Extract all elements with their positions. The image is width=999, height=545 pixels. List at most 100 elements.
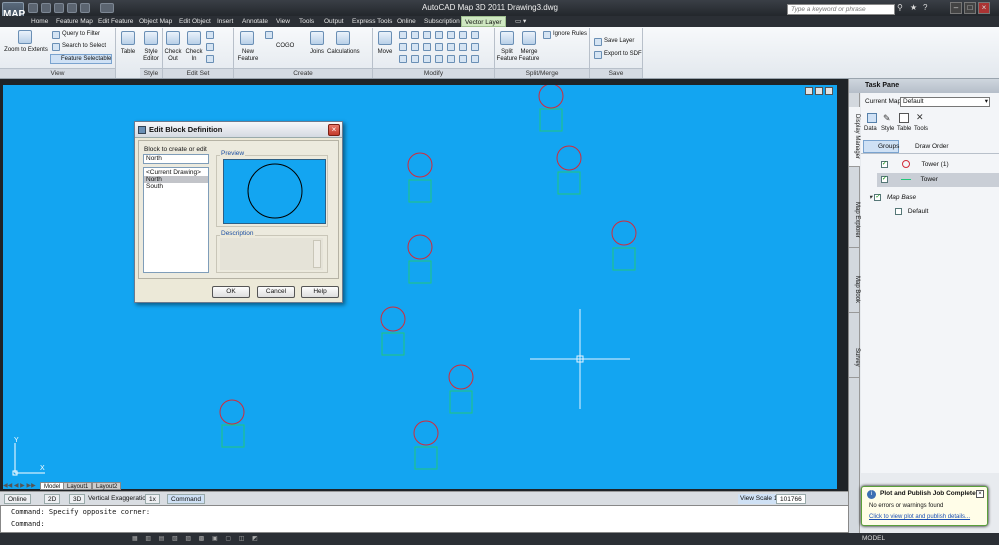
drawing-canvas[interactable]: Y X — [3, 85, 837, 489]
tools-button[interactable]: Tools — [914, 126, 928, 133]
block-list[interactable]: <Current Drawing> North South — [143, 167, 209, 273]
search-input[interactable]: Type a keyword or phrase — [787, 4, 895, 15]
move-button[interactable]: Move — [373, 49, 397, 56]
model-space-label[interactable]: MODEL — [862, 534, 885, 544]
tower-feature[interactable] — [380, 306, 406, 356]
modify-tool-icon[interactable] — [471, 43, 479, 51]
list-item[interactable]: <Current Drawing> — [144, 169, 208, 176]
tab-layout2[interactable]: Layout2 — [92, 482, 122, 490]
plot-icon[interactable] — [100, 3, 114, 13]
data-button[interactable]: Data — [864, 126, 877, 133]
block-name-input[interactable]: North — [143, 154, 209, 164]
layer-visibility-checkbox[interactable]: ✓ — [881, 175, 888, 183]
list-item-selected[interactable]: North — [144, 176, 208, 183]
edit-set-tool-icon[interactable] — [206, 43, 214, 51]
calculator-icon[interactable] — [336, 31, 350, 45]
calculations-button[interactable]: Calculations — [327, 49, 360, 56]
tower-feature[interactable] — [413, 420, 439, 470]
notification-details-link[interactable]: Click to view plot and publish details..… — [869, 514, 970, 520]
tools-icon[interactable]: ✕ — [916, 112, 926, 122]
modify-tool-icon[interactable] — [423, 43, 431, 51]
command-prompt[interactable]: Command: — [11, 518, 859, 530]
command-line[interactable]: Command: Specify opposite corner: Comman… — [0, 505, 860, 533]
modify-tool-icon[interactable] — [399, 31, 407, 39]
tab-subscription[interactable]: Subscription — [421, 16, 463, 27]
dialog-close-button[interactable]: × — [328, 124, 340, 136]
check-in-button[interactable]: Check In — [184, 49, 204, 63]
check-out-button[interactable]: Check Out — [163, 49, 183, 63]
save-icon[interactable] — [54, 3, 64, 13]
tab-map-explorer[interactable]: Map Explorer — [849, 193, 860, 248]
collapse-arrow-icon[interactable]: ▾ — [869, 194, 872, 201]
modify-tool-icon[interactable] — [459, 31, 467, 39]
modify-tool-icon[interactable] — [435, 55, 443, 63]
view-scale-input[interactable]: 101766 — [776, 494, 806, 504]
notification-close-button[interactable]: × — [976, 490, 984, 498]
maximize-button[interactable]: □ — [964, 2, 976, 14]
layer-tower[interactable]: ✓ Tower — [877, 173, 999, 187]
group-map-base[interactable]: ▾ ✓ Map Base — [869, 191, 999, 205]
tab-home[interactable]: Home — [28, 16, 51, 27]
tower-feature[interactable] — [448, 364, 474, 414]
close-button[interactable]: × — [978, 2, 990, 14]
modify-tool-icon[interactable] — [447, 43, 455, 51]
merge-feature-icon[interactable] — [522, 31, 536, 45]
group-visibility-checkbox[interactable]: ✓ — [874, 193, 882, 201]
new-feature-icon[interactable] — [240, 31, 254, 45]
tower-feature[interactable] — [407, 152, 433, 203]
move-icon[interactable] — [378, 31, 392, 45]
modify-tool-icon[interactable] — [447, 55, 455, 63]
tab-view[interactable]: View — [273, 16, 293, 27]
tab-edit-object[interactable]: Edit Object — [176, 16, 214, 27]
table-button[interactable]: Table — [897, 126, 911, 133]
edit-set-tool-icon[interactable] — [206, 55, 214, 63]
undo-icon[interactable] — [67, 3, 77, 13]
new-feature-button[interactable]: New Feature — [234, 49, 262, 63]
redo-icon[interactable] — [80, 3, 90, 13]
tab-survey[interactable]: Survey — [849, 338, 860, 378]
tab-vector-layer[interactable]: Vector Layer — [461, 16, 506, 27]
viewport-minimize-button[interactable] — [805, 87, 813, 95]
modify-tool-icon[interactable] — [459, 55, 467, 63]
new-icon[interactable] — [28, 3, 38, 13]
table-icon[interactable] — [899, 113, 909, 123]
modify-tool-icon[interactable] — [471, 55, 479, 63]
tower-feature[interactable] — [556, 145, 582, 195]
tab-express-tools[interactable]: Express Tools — [349, 16, 395, 27]
binoculars-icon[interactable]: ⚲ — [897, 3, 907, 13]
style-editor-icon[interactable] — [144, 31, 158, 45]
tab-insert[interactable]: Insert — [214, 16, 236, 27]
plot-publish-notification[interactable]: i Plot and Publish Job Complete × No err… — [861, 486, 988, 526]
tab-online[interactable]: Online — [394, 16, 419, 27]
layer-visibility-checkbox[interactable]: ✓ — [881, 160, 888, 168]
check-out-icon[interactable] — [166, 31, 180, 45]
modify-tool-icon[interactable] — [411, 31, 419, 39]
query-to-filter-button[interactable]: Query to Filter — [62, 31, 100, 38]
style-button[interactable]: Style — [881, 126, 894, 133]
online-button[interactable]: Online — [4, 494, 31, 504]
tab-display-manager[interactable]: Display Manager — [849, 107, 860, 167]
modify-tool-icon[interactable] — [411, 43, 419, 51]
minimize-button[interactable]: – — [950, 2, 962, 14]
help-button[interactable]: Help — [301, 286, 339, 298]
tab-map-book[interactable]: Map Book — [849, 268, 860, 313]
current-map-select[interactable]: Default ▾ — [900, 97, 990, 107]
open-icon[interactable] — [41, 3, 51, 13]
split-feature-button[interactable]: Split Feature — [496, 49, 518, 63]
tower-feature[interactable] — [611, 220, 637, 271]
viewport-restore-button[interactable] — [815, 87, 823, 95]
cancel-button[interactable]: Cancel — [257, 286, 295, 298]
tab-model[interactable]: Model — [40, 482, 65, 490]
groups-button[interactable]: Groups — [863, 140, 899, 153]
view-3d-button[interactable]: 3D — [69, 494, 86, 504]
ignore-rules-button[interactable]: Ignore Rules — [553, 31, 587, 38]
edit-set-tool-icon[interactable] — [206, 31, 214, 39]
export-to-sdf-button[interactable]: Export to SDF — [604, 51, 642, 58]
modify-tool-icon[interactable] — [447, 31, 455, 39]
vertical-exaggeration-select[interactable]: 1x — [145, 494, 160, 504]
ok-button[interactable]: OK — [212, 286, 250, 298]
zoom-extents-icon[interactable] — [18, 30, 32, 44]
tower-feature[interactable] — [407, 234, 433, 284]
search-to-select-button[interactable]: Search to Select — [62, 43, 106, 50]
layout-nav-arrows[interactable]: ◀◀ ◀ ▶ ▶▶ — [3, 482, 39, 490]
